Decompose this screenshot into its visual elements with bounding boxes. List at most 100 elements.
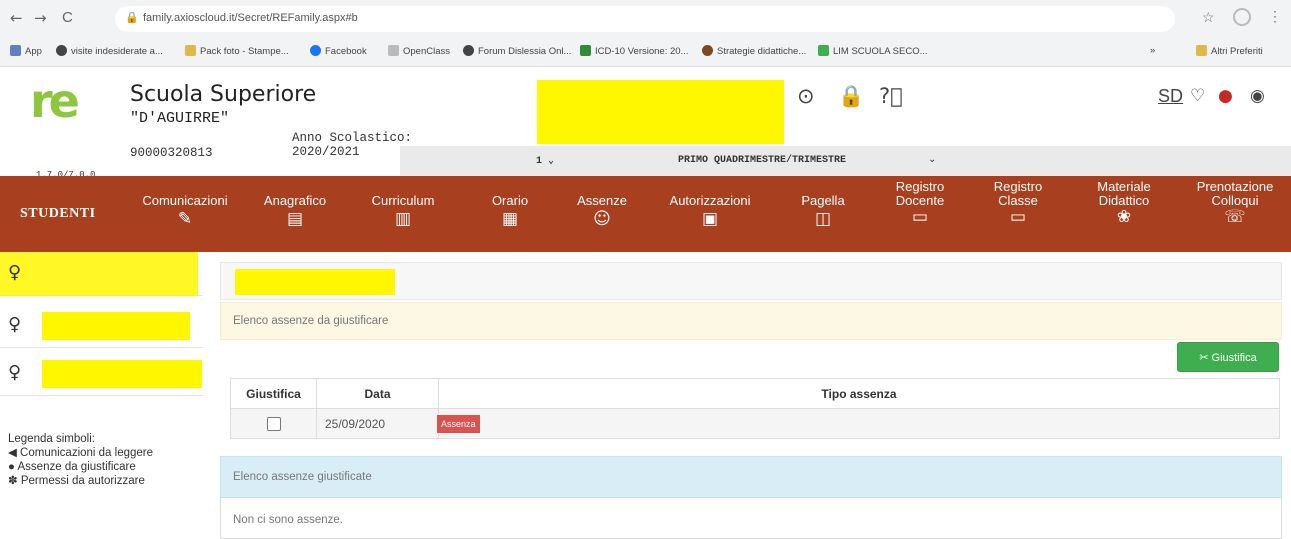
bookmark-item[interactable]: Forum Dislessia Onl... <box>463 45 571 57</box>
red-circle-logo[interactable]: ● <box>1218 86 1233 106</box>
bookmark-item[interactable]: LIM SCUOLA SECO... <box>818 45 928 57</box>
registro-elettronico-logo: re <box>30 74 80 128</box>
nav-label: Colloqui <box>1211 193 1259 208</box>
nav-orario[interactable]: Orario ▦ <box>480 176 540 252</box>
calendar-star-icon: ▣ <box>701 209 719 229</box>
column-header: Giustifica <box>230 378 317 409</box>
column-header: Tipo assenza <box>438 378 1280 409</box>
bookmark-item[interactable]: OpenClass <box>388 45 450 57</box>
nav-materiale-didattico[interactable]: Materiale Didattico ❀ <box>1084 176 1164 252</box>
sd-logo[interactable]: SD <box>1158 86 1183 107</box>
nav-registro-classe[interactable]: Registro Classe ▭ <box>985 176 1051 252</box>
avatar-icon <box>702 45 713 56</box>
column-header: Data <box>316 378 439 409</box>
bookmark-item[interactable]: visite indesiderate a... <box>56 45 163 57</box>
student-title-bar <box>220 262 1282 300</box>
nav-curriculum[interactable]: Curriculum ▥ <box>362 176 444 252</box>
nav-section-studenti[interactable]: STUDENTI <box>20 206 96 222</box>
folder-icon <box>185 45 196 56</box>
bookmark-item[interactable]: Facebook <box>310 45 367 57</box>
image-icon <box>818 45 829 56</box>
school-subname: "D'AGUIRRE" <box>130 110 230 127</box>
main-navbar: STUDENTI Comunicazioni ✎ Anagrafico ▤ Cu… <box>0 176 1291 252</box>
forward-button[interactable]: → <box>34 9 47 27</box>
bookmark-item[interactable]: Pack foto - Stampe... <box>185 45 289 57</box>
bookmark-apps[interactable]: App <box>10 45 42 57</box>
student-item[interactable]: ♀ <box>0 352 203 396</box>
justify-checkbox[interactable] <box>266 416 281 431</box>
address-bar[interactable]: 🔒 family.axioscloud.it/Secret/REFamily.a… <box>115 6 1175 32</box>
facebook-icon <box>310 45 321 56</box>
megaphone-icon: ◀ <box>8 447 21 459</box>
type-cell: Assenza <box>437 408 1280 439</box>
nav-label: Comunicazioni <box>142 193 228 208</box>
empty-message: Non ci sono assenze. <box>233 514 343 526</box>
redacted-highlight <box>537 80 784 144</box>
lock-icon[interactable]: 🔒 <box>838 84 864 109</box>
id-card-icon: ▤ <box>286 209 304 229</box>
nav-pagella[interactable]: Pagella ◫ <box>790 176 856 252</box>
legend-item: ● Assenze da giustificare <box>8 461 136 473</box>
nav-label: Classe <box>998 193 1038 208</box>
globe-icon <box>56 45 67 56</box>
nav-label: Autorizzazioni <box>669 193 751 208</box>
table-header-row: Giustifica Data Tipo assenza <box>230 378 1280 409</box>
bookmark-star-icon[interactable]: ☆ <box>1202 9 1215 26</box>
esc-icon[interactable]: ◉ <box>1250 86 1265 106</box>
nav-anagrafico[interactable]: Anagrafico ▤ <box>252 176 338 252</box>
female-icon: ♀ <box>8 314 22 335</box>
chat-icon: ☏ <box>1224 207 1246 227</box>
legend-item: ◀ Comunicazioni da leggere <box>8 447 154 459</box>
period-selector[interactable]: PRIMO QUADRIMESTRE/TRIMESTRE <box>678 155 846 166</box>
bookmark-item[interactable]: Strategie didattiche... <box>702 45 806 57</box>
redacted-highlight <box>235 269 395 295</box>
student-item[interactable]: ♀ <box>0 304 203 348</box>
table-row: 25/09/2020 Assenza <box>230 408 1280 439</box>
justify-button[interactable]: ✂ Giustifica <box>1177 342 1279 372</box>
nav-registro-docente[interactable]: Registro Docente ▭ <box>885 176 955 252</box>
lightbulb-icon[interactable]: ⊙ <box>797 84 815 108</box>
school-year-label: Anno Scolastico: <box>292 131 413 145</box>
redacted-highlight <box>42 312 190 340</box>
reload-button[interactable]: C <box>62 9 73 26</box>
period-bar: 1 ⌄ PRIMO QUADRIMESTRE/TRIMESTRE ⌄ <box>400 146 1291 176</box>
student-sidebar: ♀ ♀ ♀ ♀ <box>0 252 203 539</box>
school-year-value: 2020/2021 <box>292 145 360 159</box>
browser-menu-icon[interactable]: ⋮ <box>1268 8 1282 25</box>
more-bookmarks[interactable]: » <box>1150 45 1155 56</box>
female-icon: ♀ <box>8 362 22 383</box>
smiley-icon: ☺ <box>593 209 611 229</box>
school-code: 90000320813 <box>130 146 213 160</box>
nav-prenotazione-colloqui[interactable]: Prenotazione Colloqui ☏ <box>1183 176 1287 252</box>
female-icon: ♀ <box>8 262 22 283</box>
report-icon: ◫ <box>814 209 832 229</box>
back-button[interactable]: ← <box>10 9 23 27</box>
nav-label: Assenze <box>577 193 627 208</box>
register-icon: ▭ <box>911 207 929 227</box>
globe-icon <box>463 45 474 56</box>
url-text: family.axioscloud.it/Secret/REFamily.asp… <box>143 12 358 24</box>
profile-icon[interactable] <box>1233 8 1251 26</box>
student-item[interactable]: ♀ ♀ <box>0 252 203 296</box>
nav-autorizzazioni[interactable]: Autorizzazioni ▣ <box>660 176 760 252</box>
legend-title: Legenda simboli: <box>8 433 95 445</box>
permission-icon: ✽ <box>8 475 21 487</box>
nav-label: Registro <box>895 179 945 194</box>
chevron-down-icon[interactable]: ⌄ <box>928 154 936 165</box>
hands-icon[interactable]: ♡ <box>1190 86 1205 106</box>
nav-label: Anagrafico <box>263 193 327 208</box>
materials-icon: ❀ <box>1116 207 1132 227</box>
unjustified-absences-panel-header: Elenco assenze da giustificare <box>220 302 1282 340</box>
folder-icon <box>1196 45 1207 56</box>
absence-type-badge: Assenza <box>437 414 480 433</box>
help-icon[interactable]: ?⃝ <box>879 84 903 108</box>
nav-assenze[interactable]: Assenze ☺ <box>568 176 636 252</box>
nav-label: Curriculum <box>371 193 435 208</box>
bookmark-item[interactable]: ICD-10 Versione: 20... <box>580 45 688 57</box>
register-icon: ▭ <box>1009 207 1027 227</box>
symbol-legend: Legenda simboli: ◀ Comunicazioni da legg… <box>8 432 153 488</box>
nav-comunicazioni[interactable]: Comunicazioni ✎ <box>130 176 240 252</box>
other-bookmarks[interactable]: Altri Preferiti <box>1196 45 1263 57</box>
class-selector[interactable]: 1 ⌄ <box>536 155 554 167</box>
document-icon: ▥ <box>394 209 412 229</box>
